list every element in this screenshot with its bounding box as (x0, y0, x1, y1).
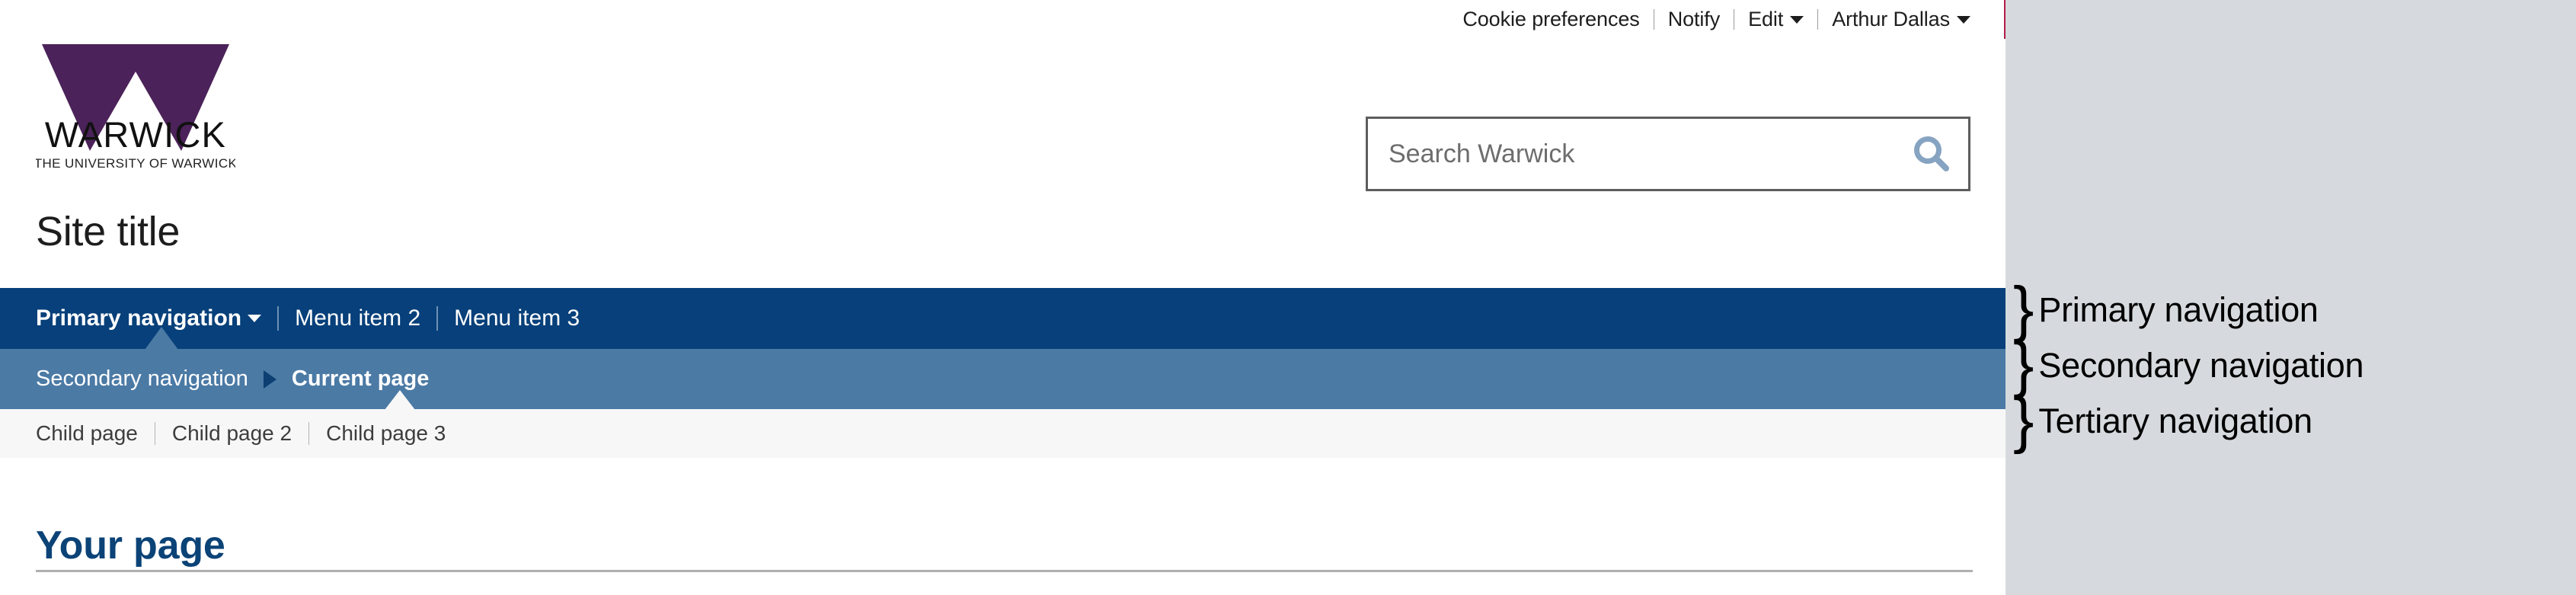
tertiary-nav-separator (308, 422, 310, 445)
tertiary-nav-item-2[interactable]: Child page 2 (172, 423, 292, 444)
search-button[interactable] (1895, 119, 1968, 189)
annotation-secondary-navigation-label: Secondary navigation (2038, 345, 2364, 385)
notify-link[interactable]: Notify (1668, 8, 1721, 30)
annotation-tertiary-navigation-label: Tertiary navigation (2038, 401, 2312, 440)
search-icon (1914, 136, 1949, 171)
warwick-logo[interactable]: WARWICK THE UNIVERSITY OF WARWICK (36, 38, 241, 171)
warwick-page: Cookie preferences Notify Edit Arthur Da… (0, 0, 2006, 595)
annotation-panel: } Primary navigation } Secondary navigat… (2006, 0, 2576, 595)
utility-separator (1817, 8, 1819, 30)
warwick-logo-svg: WARWICK THE UNIVERSITY OF WARWICK (36, 44, 235, 171)
primary-nav-item-2[interactable]: Menu item 2 (295, 307, 420, 330)
svg-text:THE UNIVERSITY OF WARWICK: THE UNIVERSITY OF WARWICK (36, 156, 235, 171)
tertiary-navigation: Child page Child page 2 Child page 3 (0, 409, 2006, 458)
secondary-nav-parent[interactable]: Secondary navigation (36, 368, 248, 390)
primary-nav-item-1-label: Primary navigation (36, 305, 242, 331)
annotation-secondary-navigation: } Secondary navigation (2013, 334, 2363, 396)
chevron-down-icon (248, 315, 262, 322)
primary-navigation: Primary navigation Menu item 2 Menu item… (0, 288, 2006, 349)
tertiary-nav-item-1[interactable]: Child page (36, 423, 138, 444)
brace-icon: } (2013, 385, 2034, 455)
annotation-tertiary-navigation: } Tertiary navigation (2013, 389, 2312, 452)
search-input[interactable] (1368, 119, 1895, 189)
secondary-navigation: Secondary navigation Current page (0, 349, 2006, 409)
masthead: WARWICK THE UNIVERSITY OF WARWICK (0, 38, 2006, 206)
primary-nav-item-3[interactable]: Menu item 3 (454, 307, 580, 330)
secondary-nav-active-pointer-icon (385, 390, 415, 410)
account-menu[interactable]: Arthur Dallas (1832, 7, 1970, 30)
primary-nav-active-pointer-icon (145, 327, 178, 350)
cookie-preferences-link[interactable]: Cookie preferences (1462, 8, 1639, 30)
page-title: Your page (36, 523, 225, 568)
tertiary-nav-item-3[interactable]: Child page 3 (326, 423, 446, 444)
triangle-right-icon (263, 369, 276, 389)
site-title: Site title (36, 209, 181, 254)
primary-nav-separator (436, 306, 439, 331)
secondary-nav-current-page[interactable]: Current page (292, 368, 429, 390)
edit-menu[interactable]: Edit (1748, 7, 1804, 30)
edit-menu-label: Edit (1748, 7, 1784, 30)
chevron-down-icon (1790, 15, 1804, 24)
utility-bar: Cookie preferences Notify Edit Arthur Da… (0, 0, 2006, 38)
primary-nav-separator (277, 306, 280, 331)
svg-text:WARWICK: WARWICK (45, 114, 226, 155)
content-divider (36, 570, 1973, 572)
annotation-primary-navigation-label: Primary navigation (2038, 290, 2319, 329)
chevron-down-icon (1957, 15, 1970, 24)
annotation-primary-navigation: } Primary navigation (2013, 278, 2319, 341)
search-box[interactable] (1366, 117, 1970, 191)
account-menu-label: Arthur Dallas (1832, 7, 1950, 30)
